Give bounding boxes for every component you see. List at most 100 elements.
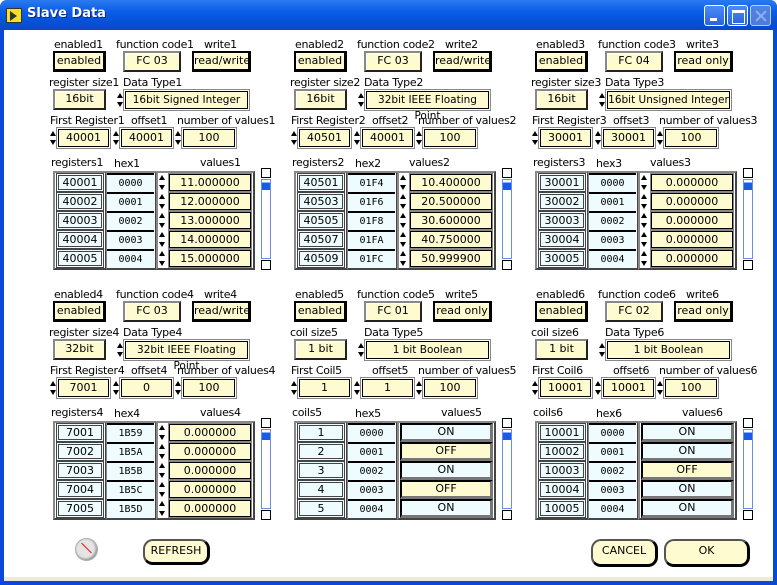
number-of-values-input[interactable]: 100 (175, 377, 237, 399)
value-spinner-icon[interactable] (400, 192, 407, 211)
first-coil-input[interactable]: 1 (291, 377, 352, 399)
scroll-up-button[interactable] (502, 418, 512, 428)
offset-input[interactable]: 40001 (113, 127, 174, 149)
offset-input[interactable]: 1 (354, 377, 415, 399)
boolean-value-button[interactable]: OFF (641, 461, 734, 480)
boolean-value-button[interactable]: ON (641, 499, 734, 518)
register-cell[interactable]: 7002 (56, 442, 104, 461)
first-register-input[interactable]: 30001 (532, 127, 593, 149)
data-type-value[interactable]: 16bit Unsigned Integer (605, 89, 732, 111)
function-code-selector[interactable]: FC 01 (364, 301, 422, 322)
offset-spinner-icon[interactable] (354, 130, 360, 146)
first-register-input[interactable]: 40001 (50, 127, 111, 149)
scroll-track[interactable] (261, 429, 271, 509)
register-cell[interactable]: 10001 (538, 423, 586, 442)
data-type-ring[interactable]: 16bit Unsigned Integer (599, 89, 732, 111)
value-cell[interactable]: 0.000000 (168, 499, 252, 518)
write-mode-toggle[interactable]: read/write (192, 51, 251, 72)
first-address-spinner-icon[interactable] (291, 380, 297, 396)
scroll-up-button[interactable] (502, 168, 512, 178)
data-type-spinner-icon[interactable] (599, 92, 605, 108)
registers-array[interactable]: 10001 10002 10003 10004 10005 (535, 421, 589, 520)
offset-value[interactable]: 30001 (601, 127, 656, 149)
offset-input[interactable]: 40001 (354, 127, 415, 149)
register-cell[interactable]: 30001 (538, 173, 586, 192)
number-of-values-value[interactable]: 100 (663, 127, 719, 149)
first-address-spinner-icon[interactable] (50, 380, 56, 396)
minimize-icon[interactable] (704, 5, 725, 26)
value-spinner-icon[interactable] (159, 173, 166, 192)
registers-array[interactable]: 7001 7002 7003 7004 7005 (53, 421, 107, 520)
data-type-spinner-icon[interactable] (117, 342, 123, 358)
data-type-ring[interactable]: 1 bit Boolean (358, 339, 491, 361)
write-mode-toggle[interactable]: read only (674, 51, 733, 72)
first-address-value[interactable]: 7001 (56, 377, 111, 399)
function-code-selector[interactable]: FC 04 (605, 51, 663, 72)
register-cell[interactable]: 30003 (538, 211, 586, 230)
register-cell[interactable]: 7004 (56, 480, 104, 499)
value-cell[interactable]: 0.000000 (650, 230, 734, 249)
data-type-value[interactable]: 1 bit Boolean (364, 339, 491, 361)
scroll-track[interactable] (743, 179, 753, 259)
cancel-button[interactable]: CANCEL (591, 539, 658, 567)
scroll-thumb[interactable] (262, 432, 270, 440)
register-cell[interactable]: 30002 (538, 192, 586, 211)
function-code-selector[interactable]: FC 02 (605, 301, 663, 322)
value-spinner-icon[interactable] (159, 192, 166, 211)
function-code-selector[interactable]: FC 03 (123, 301, 181, 322)
register-cell[interactable]: 10003 (538, 461, 586, 480)
data-type-ring[interactable]: 1 bit Boolean (599, 339, 732, 361)
scroll-up-button[interactable] (743, 418, 753, 428)
value-cell[interactable]: 10.400000 (409, 173, 493, 192)
enabled-toggle[interactable]: enabled (535, 51, 588, 72)
close-icon[interactable] (750, 5, 771, 26)
register-cell[interactable]: 40509 (297, 249, 345, 268)
register-cell[interactable]: 40501 (297, 173, 345, 192)
scroll-down-button[interactable] (743, 510, 753, 520)
number-of-values-input[interactable]: 100 (416, 377, 478, 399)
write-mode-toggle[interactable]: read only (433, 301, 492, 322)
scroll-thumb[interactable] (744, 182, 752, 190)
size-selector[interactable]: 16bit (294, 89, 347, 110)
offset-spinner-icon[interactable] (113, 380, 119, 396)
first-address-value[interactable]: 10001 (538, 377, 593, 399)
value-cell[interactable]: 30.600000 (409, 211, 493, 230)
scroll-track[interactable] (502, 179, 512, 259)
register-cell[interactable]: 30005 (538, 249, 586, 268)
value-spinner-icon[interactable] (641, 249, 648, 268)
title-bar[interactable]: Slave Data (0, 0, 777, 30)
write-mode-toggle[interactable]: read only (674, 301, 733, 322)
registers-array[interactable]: 40501 40503 40505 40507 40509 (294, 171, 348, 270)
value-cell[interactable]: 50.999900 (409, 249, 493, 268)
offset-input[interactable]: 30001 (595, 127, 656, 149)
first-address-value[interactable]: 40501 (297, 127, 352, 149)
scroll-down-button[interactable] (261, 260, 271, 270)
number-of-values-input[interactable]: 100 (657, 127, 719, 149)
maximize-icon[interactable] (727, 5, 748, 26)
write-mode-toggle[interactable]: read/write (433, 51, 492, 72)
register-cell[interactable]: 7005 (56, 499, 104, 518)
offset-value[interactable]: 0 (119, 377, 174, 399)
boolean-value-button[interactable]: ON (641, 480, 734, 499)
value-spinner-icon[interactable] (159, 230, 166, 249)
value-spinner-icon[interactable] (159, 480, 166, 499)
value-cell[interactable]: 20.500000 (409, 192, 493, 211)
size-selector[interactable]: 1 bit (535, 339, 588, 360)
boolean-value-button[interactable]: ON (400, 461, 493, 480)
value-spinner-icon[interactable] (641, 211, 648, 230)
function-code-selector[interactable]: FC 03 (364, 51, 422, 72)
data-type-spinner-icon[interactable] (117, 92, 123, 108)
array-scrollbar[interactable] (261, 418, 271, 520)
boolean-value-button[interactable]: ON (400, 499, 493, 518)
array-scrollbar[interactable] (502, 418, 512, 520)
scroll-thumb[interactable] (744, 432, 752, 440)
register-cell[interactable]: 40004 (56, 230, 104, 249)
register-cell[interactable]: 7001 (56, 423, 104, 442)
scroll-up-button[interactable] (261, 168, 271, 178)
register-cell[interactable]: 10002 (538, 442, 586, 461)
registers-array[interactable]: 12345 (294, 421, 348, 520)
register-cell[interactable]: 40005 (56, 249, 104, 268)
refresh-button[interactable]: REFRESH (143, 539, 210, 565)
enabled-toggle[interactable]: enabled (294, 301, 347, 322)
offset-spinner-icon[interactable] (595, 130, 601, 146)
